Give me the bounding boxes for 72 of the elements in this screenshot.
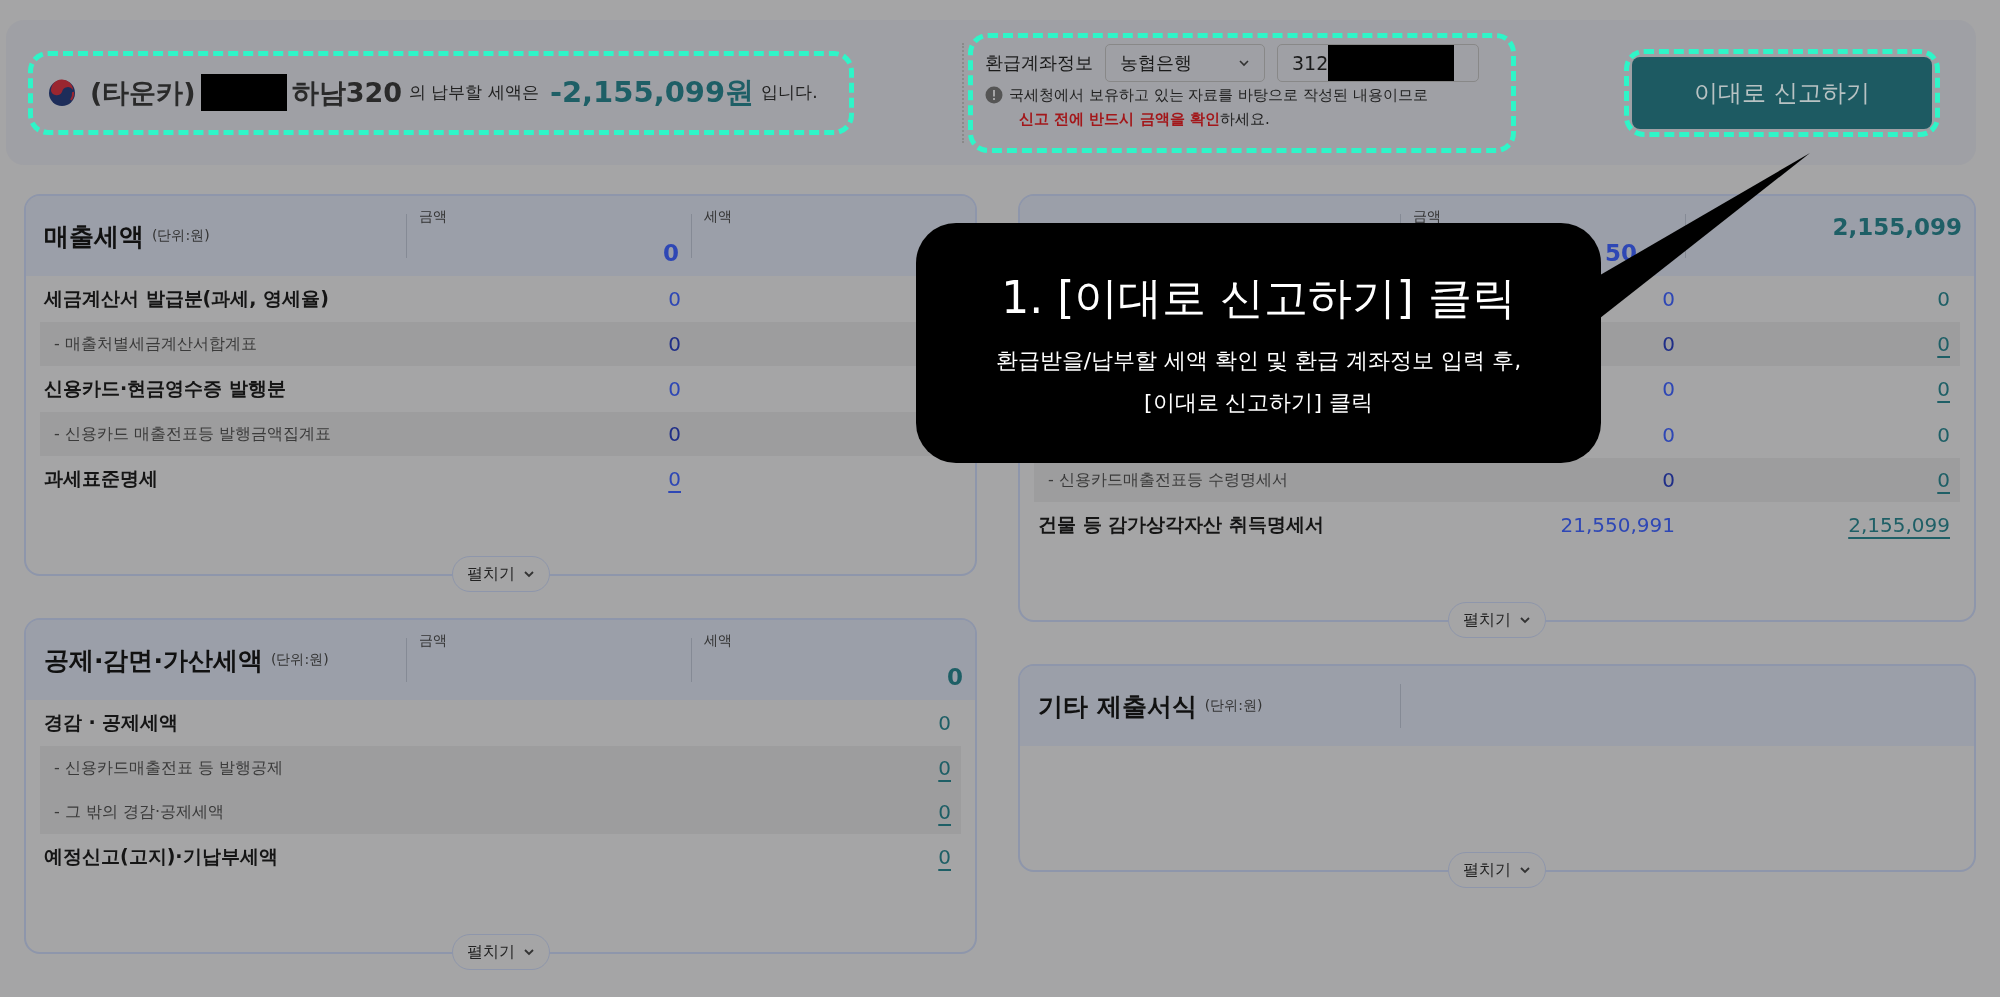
tax-value: 0 [1937, 423, 1950, 447]
row-label: - 신용카드 매출전표등 발행금액집계표 [53, 423, 332, 443]
callout-title: 1. [이대로 신고하기] 클릭 [1001, 270, 1516, 325]
callout-text: 환급받을/납부할 세액 확인 및 환급 계좌정보 입력 후, [995, 346, 1522, 375]
amount-value: 0 [1662, 423, 1675, 447]
amount-value: 0 [668, 332, 681, 356]
row-label: - 매출처별세금계산서합계표 [53, 333, 257, 353]
chevron-down-icon [522, 948, 535, 956]
chevron-down-icon [1238, 58, 1250, 67]
amount-value: 0 [1662, 332, 1675, 356]
tax-link[interactable]: 0 [938, 800, 951, 824]
amount-value: 0 [668, 422, 681, 446]
warning-text: 신고 전에 반드시 금액을 확인 [1019, 109, 1220, 128]
column-header: 금액 [1413, 208, 1442, 226]
chevron-down-icon [522, 570, 535, 578]
tax-amount: -2,155,099원 [549, 73, 755, 111]
total-tax: 0 [947, 664, 963, 690]
emblem-icon [47, 77, 77, 108]
tax-label-ending: 입니다. [761, 81, 818, 104]
column-header: 세액 [704, 632, 733, 650]
chevron-down-icon [1519, 866, 1531, 874]
tax-value: 0 [938, 711, 951, 735]
callout-text: [이대로 신고하기] 클릭 [1143, 388, 1374, 417]
taxpayer-name-prefix: (타운카) [90, 75, 196, 110]
notice-text: 국세청에서 보유하고 있는 자료를 바탕으로 작성된 내용이므로 [1009, 85, 1428, 105]
amount-value: 0 [1662, 468, 1675, 492]
row-label: - 그 밖의 경감·공제세액 [53, 801, 225, 821]
tax-label: 의 납부할 세액은 [409, 81, 539, 104]
total-amount: 0 [663, 240, 679, 266]
total-tax: 2,155,099 [1832, 214, 1962, 240]
tax-link[interactable]: 0 [1937, 468, 1950, 492]
amount-value: 21,550,991 [1560, 513, 1675, 537]
panel-title: 매출세액 [44, 220, 144, 253]
amount-value: 0 [1662, 377, 1675, 401]
refund-account-label: 환급계좌정보 [985, 50, 1093, 75]
submit-button[interactable]: 이대로 신고하기 [1632, 56, 1932, 129]
expand-button[interactable]: 펼치기 [451, 934, 550, 970]
column-header: 금액 [419, 208, 448, 226]
row-label: - 신용카드매출전표등 수령명세서 [1047, 469, 1288, 489]
column-header: 세액 [704, 208, 733, 226]
taxpayer-name-suffix: 하남320 [291, 75, 403, 110]
notice-text: 하세요. [1219, 109, 1270, 128]
column-header: 금액 [419, 632, 448, 650]
row-label: 신용카드·현금영수증 발행분 [44, 377, 286, 399]
tax-link[interactable]: 0 [1937, 332, 1950, 356]
row-label: - 신용카드매출전표 등 발행공제 [53, 757, 284, 777]
panel-title: 기타 제출서식 [1038, 690, 1197, 723]
expand-button[interactable]: 펼치기 [451, 556, 550, 592]
amount-value: 0 [1662, 287, 1675, 311]
tax-link[interactable]: 0 [938, 845, 951, 869]
warning-icon [985, 86, 1003, 104]
account-number-field[interactable]: 312 [1277, 43, 1479, 82]
row-label: 과세표준명세 [44, 467, 158, 489]
tax-link[interactable]: 0 [1937, 377, 1950, 401]
row-label: 건물 등 감가상각자산 취득명세서 [1038, 513, 1324, 535]
tax-value: 0 [1937, 287, 1950, 311]
amount-link[interactable]: 0 [668, 467, 681, 491]
panel-title: 공제·감면·가산세액 [44, 644, 263, 677]
tax-link[interactable]: 2,155,099 [1848, 513, 1950, 537]
bank-select[interactable]: 농협은행 [1105, 43, 1265, 82]
tax-link[interactable]: 0 [938, 756, 951, 780]
row-label: 예정신고(고지)·기납부세액 [44, 845, 278, 867]
row-label: 세금계산서 발급분(과세, 영세율) [44, 287, 329, 309]
amount-value: 0 [668, 377, 681, 401]
expand-button[interactable]: 펼치기 [1448, 602, 1546, 638]
unit-label: (단위:원) [1204, 697, 1263, 715]
row-label: 경감 · 공제세액 [44, 711, 179, 733]
amount-value: 0 [668, 287, 681, 311]
unit-label: (단위:원) [271, 651, 329, 669]
chevron-down-icon [1519, 616, 1531, 624]
expand-button[interactable]: 펼치기 [1448, 852, 1546, 888]
unit-label: (단위:원) [152, 227, 210, 245]
